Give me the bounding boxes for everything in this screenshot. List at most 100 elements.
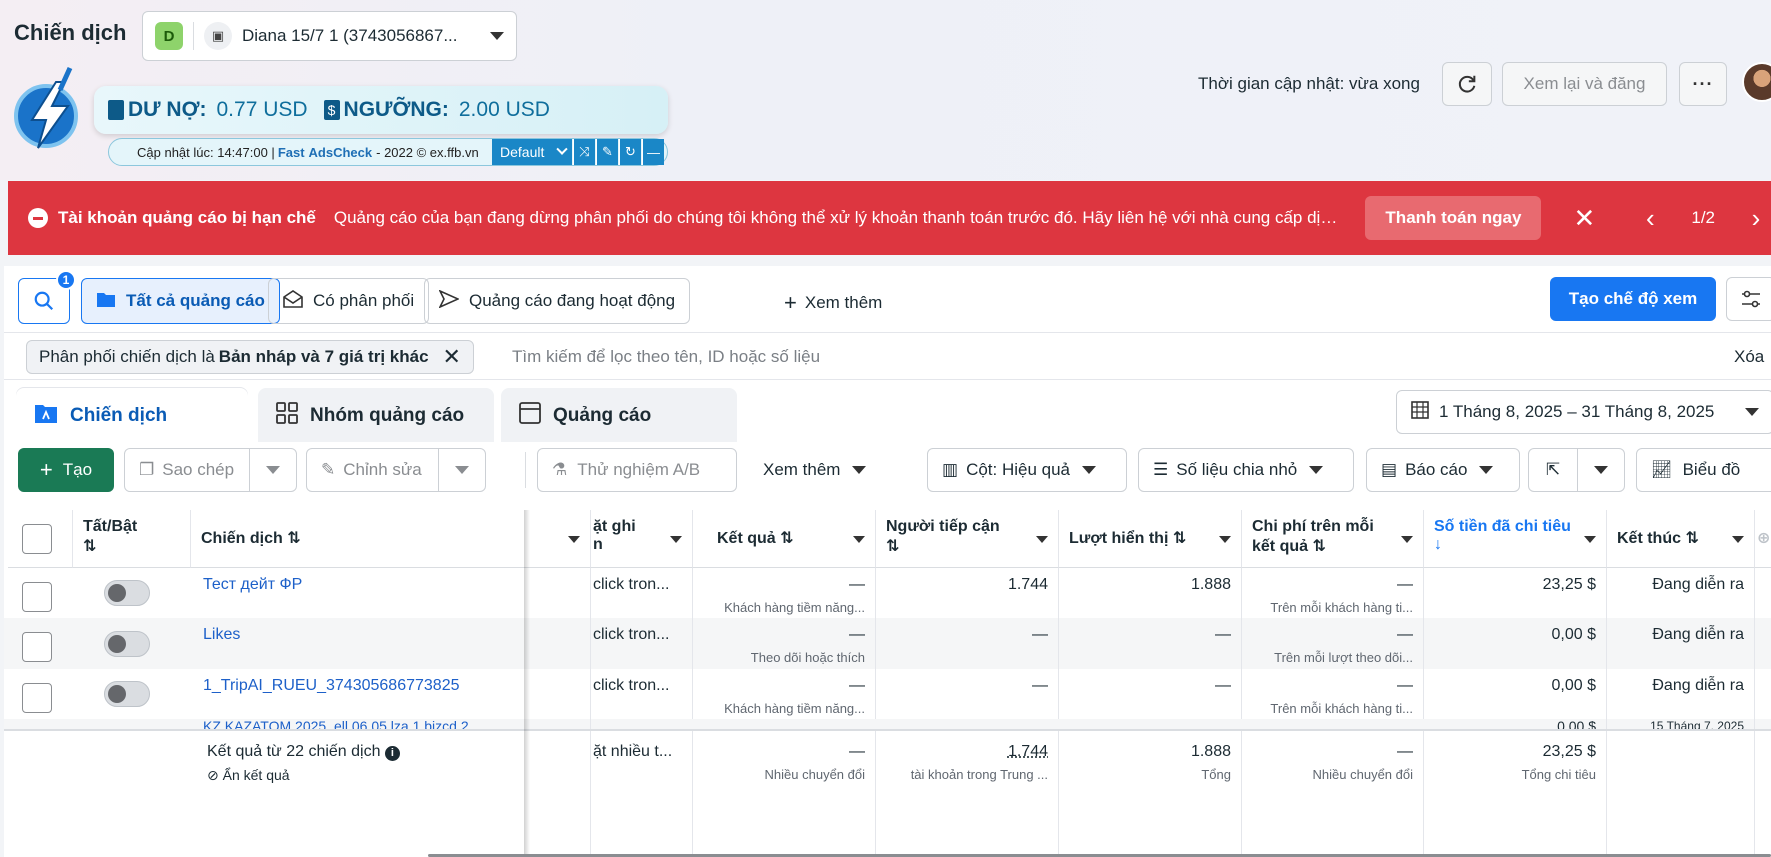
filter-search-input[interactable]: Tìm kiếm để lọc theo tên, ID hoặc số liệ… [512, 347, 820, 367]
cpr-sub: Trên mỗi khách hàng ti... [1252, 701, 1413, 716]
pencil-icon: ✎ [321, 460, 335, 480]
duplicate-label: Sao chép [162, 460, 234, 480]
campaign-toggle[interactable] [104, 681, 150, 707]
filter-value: Bản nháp và 7 giá trị khác [219, 347, 429, 367]
amount-spent-header[interactable]: Số tiền đã chi tiêu ↓ [1424, 510, 1607, 568]
frozen-column-divider [524, 510, 530, 857]
header-label: Chiến dịch [201, 530, 283, 547]
close-icon[interactable]: ✕ [1569, 203, 1599, 234]
chevron-right-icon[interactable]: › [1741, 203, 1771, 234]
settings-button[interactable] [1726, 277, 1771, 321]
user-avatar[interactable] [1742, 62, 1771, 102]
reports-button[interactable]: ▤ Báo cáo [1366, 448, 1520, 492]
table-row[interactable]: 1_TripAI_RUEU_374305686773825 click tron… [4, 669, 1771, 719]
reach-header[interactable]: Người tiếp cận ⇅ [876, 510, 1059, 568]
duplicate-button[interactable]: ❐ Sao chép [124, 448, 250, 492]
columns-button[interactable]: ▥ Cột: Hiệu quả [927, 448, 1127, 492]
copy-icon: ❐ [139, 460, 154, 480]
impressions-sub: Tổng [1069, 767, 1231, 782]
reach-cell: — [876, 618, 1059, 669]
view-chip-delivering[interactable]: Có phân phối [268, 278, 429, 324]
pay-now-button[interactable]: Thanh toán ngay [1365, 196, 1541, 240]
campaign-name-link[interactable]: KZ KAZATOM 2025_ell 06.05 lza 1 bizcd 2 [191, 719, 591, 729]
reports-icon: ▤ [1381, 460, 1397, 480]
account-selector[interactable]: D ▣ Diana 15/7 1 (3743056867... [142, 11, 517, 61]
table-row[interactable]: KZ KAZATOM 2025_ell 06.05 lza 1 bizcd 2 … [4, 719, 1771, 729]
export-button[interactable]: ⇱ [1528, 448, 1578, 492]
chevron-down-icon [556, 144, 567, 155]
select-all-checkbox[interactable] [22, 524, 52, 554]
view-chip-active-ads[interactable]: Quảng cáo đang hoạt động [424, 278, 690, 324]
preset-dropdown[interactable]: Default [492, 139, 572, 165]
more-options-button[interactable]: ··· [1679, 62, 1727, 106]
search-icon [33, 290, 55, 312]
campaign-header[interactable]: Chiến dịch ⇅ [191, 510, 591, 568]
table-row[interactable]: Тест дейт ФР click tron... — Khách hàng t… [4, 568, 1771, 618]
review-publish-button[interactable]: Xem lại và đăng [1502, 62, 1667, 106]
duplicate-dropdown[interactable] [249, 448, 297, 492]
close-icon[interactable]: ✕ [443, 344, 461, 370]
row-checkbox[interactable] [22, 582, 52, 612]
toolbar-see-more[interactable]: Xem thêm [749, 448, 880, 492]
threshold-value: 2.00 USD [459, 98, 550, 122]
refresh-icon [1456, 73, 1478, 95]
updated-at-text: Cập nhật lúc: 14:47:00 | [137, 145, 275, 160]
cost-per-result-header[interactable]: Chi phí trên mỗi kết quả ⇅ [1242, 510, 1424, 568]
sliders-icon [1741, 290, 1761, 308]
impressions-cell: — [1059, 618, 1242, 669]
ends-header[interactable]: Kết thúc ⇅ [1607, 510, 1755, 568]
create-view-button[interactable]: Tạo chế độ xem [1550, 277, 1716, 321]
campaign-toggle[interactable] [104, 631, 150, 657]
attribution-header[interactable]: ặt ghi n [591, 510, 693, 568]
view-chip-all-ads[interactable]: Tất cả quảng cáo [81, 278, 280, 324]
see-more-views[interactable]: + Xem thêm [784, 290, 882, 316]
clear-filters-button[interactable]: Xóa [1734, 347, 1764, 367]
update-time: Thời gian cập nhật: vừa xong [1198, 74, 1420, 94]
toggle-header[interactable]: Tất/Bật ⇅ [73, 510, 191, 568]
see-more-label: Xem thêm [805, 293, 882, 312]
tab-campaigns[interactable]: Chiến dịch [16, 388, 248, 444]
info-icon[interactable]: i [385, 746, 400, 761]
refresh-button[interactable] [1442, 62, 1492, 106]
ab-test-button[interactable]: ⚗ Thử nghiệm A/B [537, 448, 737, 492]
campaign-name-link[interactable]: Тест дейт ФР [191, 568, 591, 618]
chevron-left-icon[interactable]: ‹ [1635, 203, 1665, 234]
chevron-down-icon [1082, 466, 1096, 474]
add-column-icon[interactable]: ⊕ [1755, 510, 1771, 568]
tab-ad-sets[interactable]: Nhóm quảng cáo [258, 388, 494, 444]
restriction-banner: Tài khoản quảng cáo bị hạn chế Quảng cáo… [8, 181, 1771, 255]
export-dropdown[interactable] [1577, 448, 1625, 492]
lightning-logo-icon [12, 64, 92, 156]
account-avatar: D [155, 22, 183, 50]
breakdown-button[interactable]: ☰ Số liệu chia nhỏ [1138, 448, 1354, 492]
create-button[interactable]: + Tạo [18, 448, 114, 492]
impressions-header[interactable]: Lượt hiển thị ⇅ [1059, 510, 1242, 568]
attribution-cell: click tron... [591, 669, 693, 719]
cpr-cell: — Trên mỗi lượt theo dõi... [1242, 618, 1424, 669]
tab-ads[interactable]: Quảng cáo [501, 388, 737, 444]
reload-button[interactable]: ↻ [619, 139, 641, 165]
chart-button[interactable]: 📈︎ Biểu đồ [1636, 448, 1771, 492]
preset-label: Default [500, 144, 544, 160]
shuffle-button[interactable]: ⤨ [573, 139, 595, 165]
attribution-cell: click tron... [591, 618, 693, 669]
reach-value[interactable]: 1.744 [886, 743, 1048, 761]
table-row[interactable]: Likes click tron... — Theo dõi hoặc thích… [4, 618, 1771, 669]
minimize-button[interactable]: — [642, 139, 664, 165]
delivery-filter-chip[interactable]: Phân phối chiến dịch là Bản nháp và 7 gi… [26, 340, 474, 374]
account-name: Diana 15/7 1 (3743056867... [242, 26, 472, 46]
edit-campaign-button[interactable]: ✎ Chỉnh sửa [306, 448, 439, 492]
edit-button[interactable]: ✎ [596, 139, 618, 165]
campaign-folder-icon [34, 402, 58, 430]
row-checkbox[interactable] [22, 683, 52, 713]
campaign-name-link[interactable]: Likes [191, 618, 591, 669]
summary-title-cell: Kết quả từ 22 chiến dịch i ⊘ Ẩn kết quả [191, 731, 591, 857]
row-checkbox[interactable] [22, 632, 52, 662]
results-value: — [703, 626, 865, 644]
date-range-picker[interactable]: 1 Tháng 8, 2025 – 31 Tháng 8, 2025 [1396, 390, 1771, 434]
create-label: Tạo [63, 460, 92, 480]
campaign-name-link[interactable]: 1_TripAI_RUEU_374305686773825 [191, 669, 591, 719]
edit-dropdown[interactable] [438, 448, 486, 492]
campaign-toggle[interactable] [104, 580, 150, 606]
results-header[interactable]: Kết quả ⇅ [693, 510, 876, 568]
